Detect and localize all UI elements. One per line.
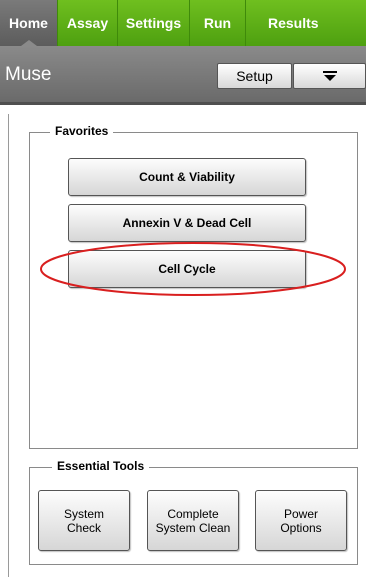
essential-tools-legend: Essential Tools: [52, 459, 150, 473]
count-viability-button[interactable]: Count & Viability: [68, 158, 306, 196]
complete-system-clean-line1: Complete: [167, 506, 219, 521]
dropdown-menu-icon: [322, 71, 337, 81]
tab-settings[interactable]: Settings: [118, 0, 190, 46]
favorites-legend: Favorites: [50, 124, 114, 138]
power-options-line1: Power: [283, 506, 318, 521]
tab-run-label: Run: [203, 15, 232, 31]
main-tab-bar: Home Assay Settings Run Results: [0, 0, 366, 46]
setup-button[interactable]: Setup: [217, 63, 292, 89]
system-check-line1: System: [63, 506, 104, 521]
system-check-line2: Check: [66, 520, 101, 535]
tab-results[interactable]: Results: [246, 0, 366, 46]
cell-cycle-button[interactable]: Cell Cycle: [68, 250, 306, 288]
menu-button[interactable]: [293, 63, 366, 89]
power-options-button[interactable]: Power Options: [255, 490, 347, 551]
tab-assay-label: Assay: [66, 15, 109, 31]
app-title: Muse: [5, 64, 52, 85]
power-options-line2: Options: [280, 520, 322, 535]
tab-home[interactable]: Home: [0, 0, 58, 46]
tab-assay[interactable]: Assay: [58, 0, 118, 46]
complete-system-clean-button[interactable]: Complete System Clean: [147, 490, 239, 551]
header-bar: Muse Setup: [0, 46, 366, 105]
tab-settings-label: Settings: [125, 15, 182, 31]
annexin-dead-cell-button[interactable]: Annexin V & Dead Cell: [68, 204, 306, 242]
tab-home-label: Home: [9, 15, 48, 31]
system-check-button[interactable]: System Check: [38, 490, 130, 551]
tab-run[interactable]: Run: [190, 0, 246, 46]
tab-results-label: Results: [268, 15, 319, 31]
complete-system-clean-line2: System Clean: [155, 520, 231, 535]
